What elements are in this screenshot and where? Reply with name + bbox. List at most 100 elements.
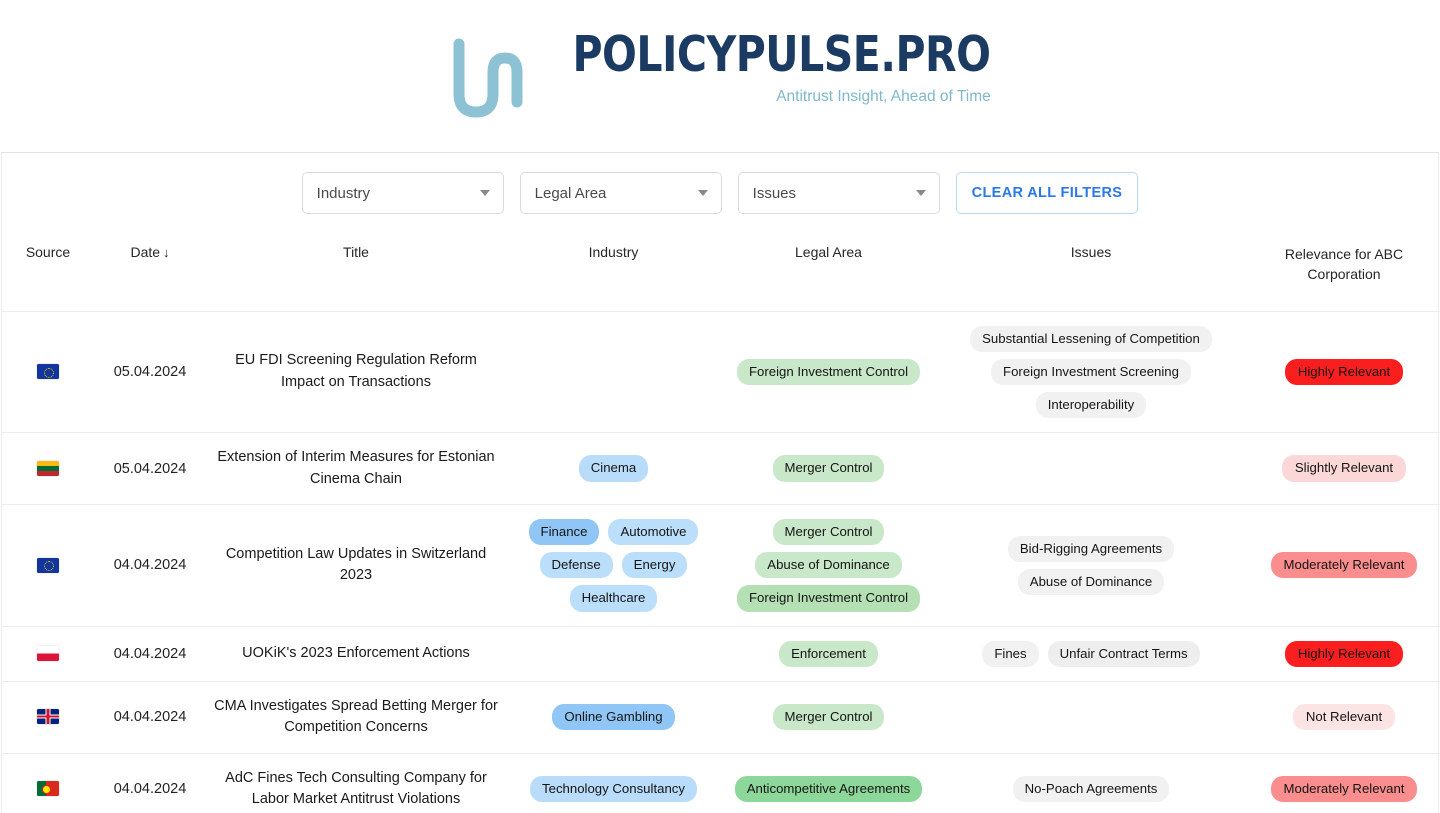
column-header-date-label: Date <box>130 244 161 260</box>
cell-issues-tags: Bid-Rigging Agreements Abuse of Dominance <box>942 535 1240 595</box>
column-header-relevance[interactable]: Relevance for ABC Corporation <box>1246 230 1440 312</box>
legal-area-tag[interactable]: Anticompetitive Agreements <box>734 775 923 803</box>
legal-area-tag[interactable]: Enforcement <box>779 640 878 667</box>
pulse-wave-logo-icon <box>453 38 523 118</box>
issue-tag[interactable]: Fines <box>982 640 1039 667</box>
legal-area-tag[interactable]: Merger Control <box>772 519 885 546</box>
legal-area-filter-select[interactable]: Legal Area <box>519 172 722 214</box>
cell-source <box>2 432 94 506</box>
content-panel: Industry Legal Area Issues CLEAR ALL FIL… <box>1 152 1440 813</box>
cell-issues-tags: No-Poach Agreements <box>942 775 1240 803</box>
cell-legal-area-tags: Foreign Investment Control <box>727 358 930 385</box>
industry-tag[interactable]: Automotive <box>608 519 699 546</box>
legal-area-tag[interactable]: Foreign Investment Control <box>736 585 921 612</box>
cell-legal-area: Enforcement <box>721 626 936 682</box>
uk-flag-icon <box>37 709 59 725</box>
issues-filter-select[interactable]: Issues <box>737 172 940 214</box>
column-header-source[interactable]: Source <box>2 230 94 312</box>
issue-tag[interactable]: Interoperability <box>1035 391 1147 419</box>
issue-tag[interactable]: Foreign Investment Screening <box>991 358 1191 385</box>
cell-industry: Cinema <box>506 432 721 506</box>
industry-tag[interactable]: Online Gambling <box>552 704 675 731</box>
table-row[interactable]: 04.04.2024 Competition Law Updates in Swi… <box>2 504 1440 627</box>
results-table: Source Date ↓ Title Industry Legal Area I… <box>2 230 1440 813</box>
table-row[interactable]: 04.04.2024 UOKiK's 2023 Enforcement Actio… <box>2 626 1440 682</box>
cell-date: 04.04.2024 <box>94 753 206 813</box>
cell-source <box>2 753 94 813</box>
cell-industry: Online Gambling <box>506 681 721 754</box>
industry-tag[interactable]: Healthcare <box>569 585 658 612</box>
cell-issues: Substantial Lessening of Competition Fore… <box>936 311 1246 434</box>
cell-legal-area-tags: Merger Control <box>727 455 930 482</box>
cell-title[interactable]: EU FDI Screening Regulation Reform Impac… <box>206 311 506 434</box>
clear-all-filters-button[interactable]: CLEAR ALL FILTERS <box>955 172 1139 214</box>
cell-relevance: Moderately Relevant <box>1246 504 1440 627</box>
cell-date: 04.04.2024 <box>94 504 206 627</box>
issue-tag[interactable]: Abuse of Dominance <box>1017 568 1165 595</box>
issue-tag[interactable]: Unfair Contract Terms <box>1047 640 1200 667</box>
cell-issues-tags: Fines Unfair Contract Terms <box>942 640 1240 667</box>
table-row[interactable]: 04.04.2024 AdC Fines Tech Consulting Comp… <box>2 753 1440 813</box>
cell-date: 05.04.2024 <box>94 311 206 434</box>
industry-tag[interactable]: Defense <box>539 552 613 579</box>
brand-tagline: Antitrust Insight, Ahead of Time <box>776 88 991 105</box>
cell-legal-area: Merger Control <box>721 681 936 754</box>
cell-legal-area-tags: Merger Control Abuse of Dominance Foreign … <box>727 519 930 612</box>
cell-date: 04.04.2024 <box>94 626 206 682</box>
cell-relevance: Not Relevant <box>1246 681 1440 754</box>
legal-area-filter-label: Legal Area <box>534 184 607 202</box>
column-header-date[interactable]: Date ↓ <box>94 230 206 312</box>
cell-industry-tags: Online Gambling <box>512 704 715 731</box>
legal-area-tag[interactable]: Merger Control <box>772 704 885 731</box>
table-row[interactable]: 05.04.2024 Extension of Interim Measures … <box>2 432 1440 506</box>
cell-legal-area: Foreign Investment Control <box>721 311 936 434</box>
issue-tag[interactable]: No-Poach Agreements <box>1012 775 1170 803</box>
industry-tag[interactable]: Cinema <box>578 455 649 482</box>
industry-tag[interactable]: Finance <box>528 519 600 546</box>
cell-relevance: Highly Relevant <box>1246 311 1440 434</box>
cell-source <box>2 504 94 627</box>
cell-source <box>2 311 94 434</box>
cell-industry-tags: Finance Automotive Defense Energy Healthcare <box>512 519 715 612</box>
column-header-legal-area[interactable]: Legal Area <box>721 230 936 312</box>
relevance-badge: Highly Relevant <box>1284 640 1404 667</box>
cell-title[interactable]: Extension of Interim Measures for Estoni… <box>206 432 506 506</box>
cell-industry: Technology Consultancy <box>506 753 721 813</box>
industry-tag[interactable]: Energy <box>621 552 688 579</box>
cell-title[interactable]: Competition Law Updates in Switzerland 2… <box>206 504 506 627</box>
table-row[interactable]: 04.04.2024 CMA Investigates Spread Bettin… <box>2 681 1440 754</box>
cell-title[interactable]: UOKiK's 2023 Enforcement Actions <box>206 626 506 682</box>
cell-industry: Finance Automotive Defense Energy Healthcare <box>506 504 721 627</box>
cell-title[interactable]: CMA Investigates Spread Betting Merger f… <box>206 681 506 754</box>
legal-area-tag[interactable]: Foreign Investment Control <box>736 358 921 385</box>
industry-tag[interactable]: Technology Consultancy <box>530 775 697 803</box>
cell-title[interactable]: AdC Fines Tech Consulting Company for La… <box>206 753 506 813</box>
relevance-badge: Not Relevant <box>1292 704 1396 731</box>
chevron-down-icon <box>697 190 708 196</box>
issue-tag[interactable]: Bid-Rigging Agreements <box>1007 535 1175 562</box>
cell-legal-area-tags: Anticompetitive Agreements <box>727 775 930 803</box>
cell-source <box>2 626 94 682</box>
cell-industry <box>506 626 721 682</box>
industry-filter-label: Industry <box>316 184 371 202</box>
industry-filter-select[interactable]: Industry <box>301 172 504 214</box>
cell-industry-tags: Cinema <box>512 455 715 482</box>
table-body: 05.04.2024 EU FDI Screening Regulation Re… <box>2 311 1440 813</box>
column-header-industry[interactable]: Industry <box>506 230 721 312</box>
relevance-badge: Moderately Relevant <box>1270 552 1418 579</box>
cell-legal-area: Merger Control Abuse of Dominance Foreign … <box>721 504 936 627</box>
table-row[interactable]: 05.04.2024 EU FDI Screening Regulation Re… <box>2 311 1440 434</box>
relevance-badge: Highly Relevant <box>1284 358 1404 385</box>
column-header-issues[interactable]: Issues <box>936 230 1246 312</box>
cell-date: 04.04.2024 <box>94 681 206 754</box>
legal-area-tag[interactable]: Merger Control <box>772 455 885 482</box>
column-header-title[interactable]: Title <box>206 230 506 312</box>
legal-area-tag[interactable]: Abuse of Dominance <box>755 552 902 579</box>
cell-legal-area: Merger Control <box>721 432 936 506</box>
issue-tag[interactable]: Substantial Lessening of Competition <box>970 325 1212 352</box>
cell-legal-area: Anticompetitive Agreements <box>721 753 936 813</box>
column-header-relevance-line2: Corporation <box>1307 266 1381 283</box>
site-header: POLICYPULSE.PRO Antitrust Insight, Ahead… <box>0 0 1440 152</box>
poland-flag-icon <box>37 645 59 661</box>
cell-relevance: Highly Relevant <box>1246 626 1440 682</box>
